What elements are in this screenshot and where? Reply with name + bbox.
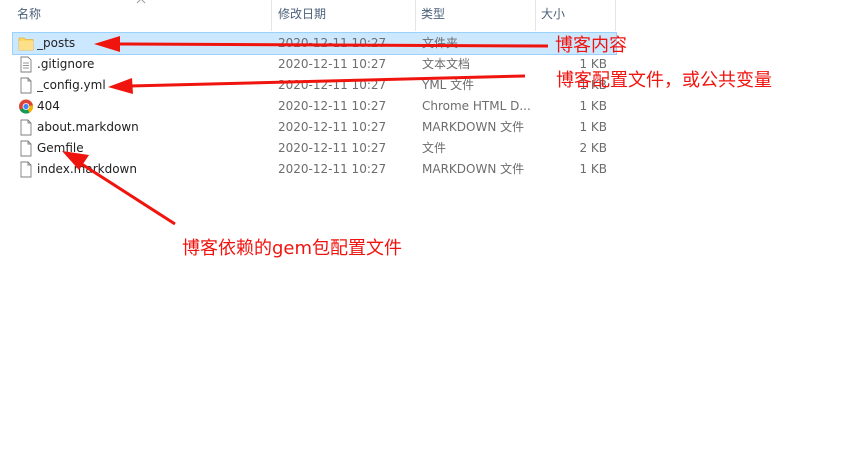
file-row[interactable]: _posts 2020-12-11 10:27 文件夹: [12, 32, 617, 55]
file-row[interactable]: Gemfile 2020-12-11 10:27 文件 2 KB: [13, 138, 616, 159]
file-type: 文件夹: [422, 36, 459, 50]
file-name: _posts: [37, 36, 76, 50]
column-header: 名称 修改日期 类型 大小: [0, 0, 616, 31]
file-size: 2 KB: [579, 141, 607, 155]
file-row[interactable]: .gitignore 2020-12-11 10:27 文本文档 1 KB: [13, 54, 616, 75]
annotation-config: 博客配置文件，或公共变量: [556, 70, 772, 91]
file-size: 1 KB: [579, 120, 607, 134]
file-list: _posts 2020-12-11 10:27 文件夹 .gitignore 2…: [12, 32, 617, 180]
file-icon: [20, 119, 32, 136]
file-icon: [20, 140, 32, 157]
file-size: 1 KB: [579, 99, 607, 113]
file-type: Chrome HTML D...: [422, 99, 531, 113]
file-type: 文件: [422, 141, 447, 155]
file-date: 2020-12-11 10:27: [278, 141, 387, 155]
file-row[interactable]: about.markdown 2020-12-11 10:27 MARKDOWN…: [13, 117, 616, 138]
file-date: 2020-12-11 10:27: [278, 99, 387, 113]
file-name: _config.yml: [37, 78, 106, 92]
file-date: 2020-12-11 10:27: [278, 120, 387, 134]
file-type: MARKDOWN 文件: [422, 162, 525, 176]
file-type: 文本文档: [422, 57, 471, 71]
column-divider[interactable]: [271, 0, 272, 31]
chrome-icon: [19, 99, 34, 114]
file-row[interactable]: _config.yml 2020-12-11 10:27 YML 文件 1 KB: [13, 75, 616, 96]
file-name: Gemfile: [37, 141, 84, 155]
annotation-posts: 博客内容: [555, 35, 627, 56]
column-header-size[interactable]: 大小: [536, 0, 614, 31]
file-name: 404: [37, 99, 60, 113]
file-row[interactable]: 404 2020-12-11 10:27 Chrome HTML D... 1 …: [13, 96, 616, 117]
file-date: 2020-12-11 10:27: [278, 57, 387, 71]
file-type: MARKDOWN 文件: [422, 120, 525, 134]
column-header-type[interactable]: 类型: [416, 0, 534, 31]
file-name: about.markdown: [37, 120, 139, 134]
column-divider[interactable]: [615, 0, 616, 31]
file-type: YML 文件: [422, 78, 475, 92]
file-name: .gitignore: [37, 57, 95, 71]
column-header-name[interactable]: 名称: [12, 0, 270, 31]
file-date: 2020-12-11 10:27: [278, 78, 387, 92]
file-row[interactable]: index.markdown 2020-12-11 10:27 MARKDOWN…: [13, 159, 616, 180]
file-icon: [20, 77, 32, 94]
column-header-date[interactable]: 修改日期: [273, 0, 414, 31]
folder-icon: [18, 37, 34, 51]
text-file-icon: [20, 56, 32, 73]
file-name: index.markdown: [37, 162, 137, 176]
file-icon: [20, 161, 32, 178]
annotation-gemfile: 博客依赖的gem包配置文件: [182, 238, 403, 259]
file-size: 1 KB: [579, 162, 607, 176]
file-date: 2020-12-11 10:27: [278, 36, 387, 50]
file-date: 2020-12-11 10:27: [278, 162, 387, 176]
